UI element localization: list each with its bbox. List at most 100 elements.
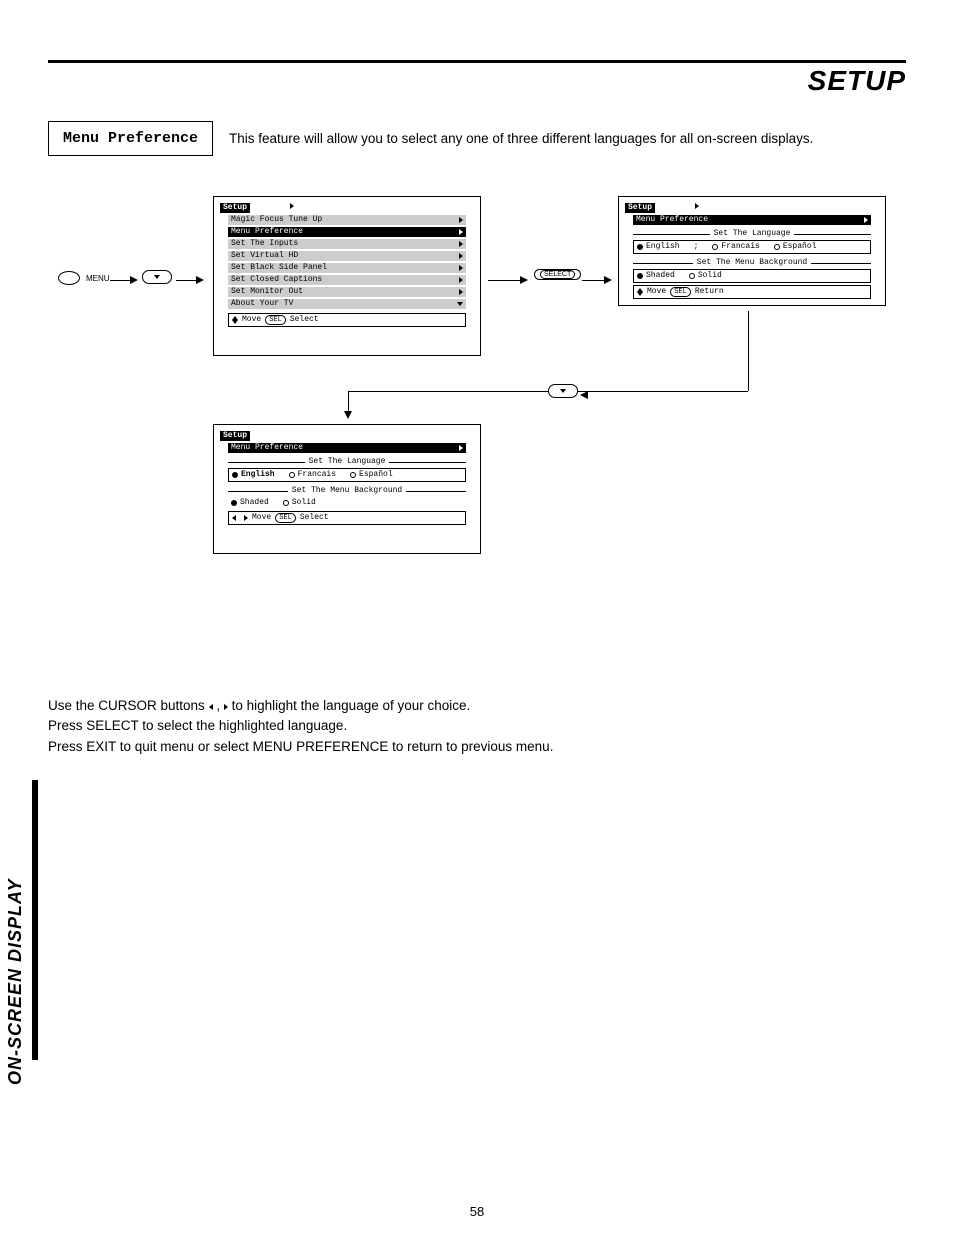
connector-line	[348, 391, 349, 411]
select-button-icon: SELECT	[534, 269, 581, 280]
menu-button-label: MENU	[86, 274, 110, 283]
radio-icon	[350, 472, 356, 478]
menu-item: About Your TV	[228, 299, 466, 309]
menu-item: Set Closed Captions	[228, 275, 466, 285]
triangle-right-icon	[459, 289, 463, 295]
side-tab-label: ON-SCREEN DISPLAY	[5, 878, 26, 1085]
radio-selected-icon	[231, 500, 237, 506]
page-title: SETUP	[48, 65, 906, 97]
group-label: Set The Language	[309, 457, 386, 467]
triangle-right-icon	[459, 253, 463, 259]
radio-selected-icon	[232, 472, 238, 478]
radio-selected-icon	[637, 273, 643, 279]
radio-option: Español	[774, 242, 817, 252]
background-options: Shaded Solid	[228, 497, 466, 509]
page: SETUP Menu Preference This feature will …	[0, 0, 954, 1235]
group-label: Set The Language	[714, 229, 791, 239]
feature-label-box: Menu Preference	[48, 121, 213, 156]
menu-subtitle: Menu Preference	[228, 443, 466, 453]
menu-item: Set Monitor Out	[228, 287, 466, 297]
nav-hint: Move SEL Select	[228, 511, 466, 525]
radio-option: Solid	[689, 271, 722, 281]
radio-option: Francais	[712, 242, 759, 252]
feature-row: Menu Preference This feature will allow …	[48, 121, 906, 156]
nav-hint: Move SEL Select	[228, 313, 466, 327]
group-label: Set The Menu Background	[697, 258, 807, 268]
group-language: Set The Language English Francais Españo…	[228, 455, 466, 482]
menu-button-graphic: MENU	[58, 271, 110, 285]
cursor-down-icon	[142, 270, 172, 284]
radio-option: Español	[350, 470, 393, 480]
updown-icon	[637, 288, 643, 296]
osd-setup-menu-screen: Setup Magic Focus Tune Up Menu Preferenc…	[213, 196, 481, 356]
group-language: Set The Language English; Francais Españ…	[633, 227, 871, 254]
arrow-icon	[488, 276, 528, 284]
page-number: 58	[0, 1204, 954, 1219]
radio-icon	[712, 244, 718, 250]
menu-item-selected: Menu Preference	[228, 227, 466, 237]
screen-title: Setup	[625, 203, 655, 213]
osd-menu-preference-screen: Setup Menu Preference Set The Language E…	[618, 196, 886, 306]
arrow-icon	[176, 276, 204, 284]
instruction-line: Press EXIT to quit menu or select MENU P…	[48, 737, 906, 757]
feature-description: This feature will allow you to select an…	[229, 131, 813, 146]
menu-button-icon	[58, 271, 80, 285]
diagram: MENU Setup Magic Focus Tune Up Menu Pref…	[48, 196, 906, 616]
triangle-right-icon	[695, 203, 699, 209]
radio-icon	[689, 273, 695, 279]
osd-menu-preference-screen-active: Setup Menu Preference Set The Language E…	[213, 424, 481, 554]
radio-option: Shaded	[637, 271, 675, 281]
side-tab-bar	[32, 780, 38, 1060]
radio-option: Shaded	[231, 498, 269, 508]
hint-select: Select	[300, 513, 329, 523]
triangle-right-icon	[864, 217, 868, 223]
screen-title: Setup	[220, 431, 250, 441]
arrow-icon	[582, 276, 612, 284]
header-rule	[48, 60, 906, 63]
nav-hint: Move SEL Return	[633, 285, 871, 299]
menu-item: Magic Focus Tune Up	[228, 215, 466, 225]
arrow-down-icon	[344, 411, 352, 419]
radio-icon	[289, 472, 295, 478]
radio-option: Solid	[283, 498, 316, 508]
instructions: Use the CURSOR buttons , to highlight th…	[48, 696, 906, 757]
cursor-down-icon	[548, 384, 578, 398]
group-background: Set The Menu Background Shaded Solid	[228, 484, 466, 509]
hint-select: Select	[290, 315, 319, 325]
language-options: English Francais Español	[228, 468, 466, 482]
menu-subtitle: Menu Preference	[633, 215, 871, 225]
hint-move: Move	[252, 513, 271, 523]
triangle-right-icon	[459, 217, 463, 223]
menu-item: Set Virtual HD	[228, 251, 466, 261]
background-options: Shaded Solid	[633, 269, 871, 283]
group-label: Set The Menu Background	[292, 486, 402, 496]
triangle-right-icon	[459, 277, 463, 283]
language-options: English; Francais Español	[633, 240, 871, 254]
radio-option: English	[232, 470, 275, 480]
menu-item: Set Black Side Panel	[228, 263, 466, 273]
hint-move: Move	[242, 315, 261, 325]
radio-option: English	[637, 242, 680, 252]
leftright-icon	[232, 515, 248, 521]
hint-move: Move	[647, 287, 666, 297]
arrow-icon	[576, 391, 588, 399]
instruction-line: Press SELECT to select the highlighted l…	[48, 716, 906, 736]
hint-return: Return	[695, 287, 724, 297]
updown-icon	[232, 316, 238, 324]
arrow-icon	[110, 276, 138, 284]
sel-pill-icon: SEL	[265, 315, 286, 325]
screen-title: Setup	[220, 203, 250, 213]
triangle-right-icon	[459, 445, 463, 451]
select-button-label: SELECT	[540, 270, 575, 279]
sel-pill-icon: SEL	[275, 513, 296, 523]
radio-option: Francais	[289, 470, 336, 480]
triangle-right-icon	[290, 203, 294, 209]
group-background: Set The Menu Background Shaded Solid	[633, 256, 871, 283]
menu-item: Set The Inputs	[228, 239, 466, 249]
triangle-right-icon	[459, 265, 463, 271]
instruction-line: Use the CURSOR buttons , to highlight th…	[48, 696, 906, 716]
connector-line	[748, 311, 749, 391]
triangle-right-icon	[459, 229, 463, 235]
radio-icon	[283, 500, 289, 506]
triangle-down-icon	[457, 302, 463, 306]
